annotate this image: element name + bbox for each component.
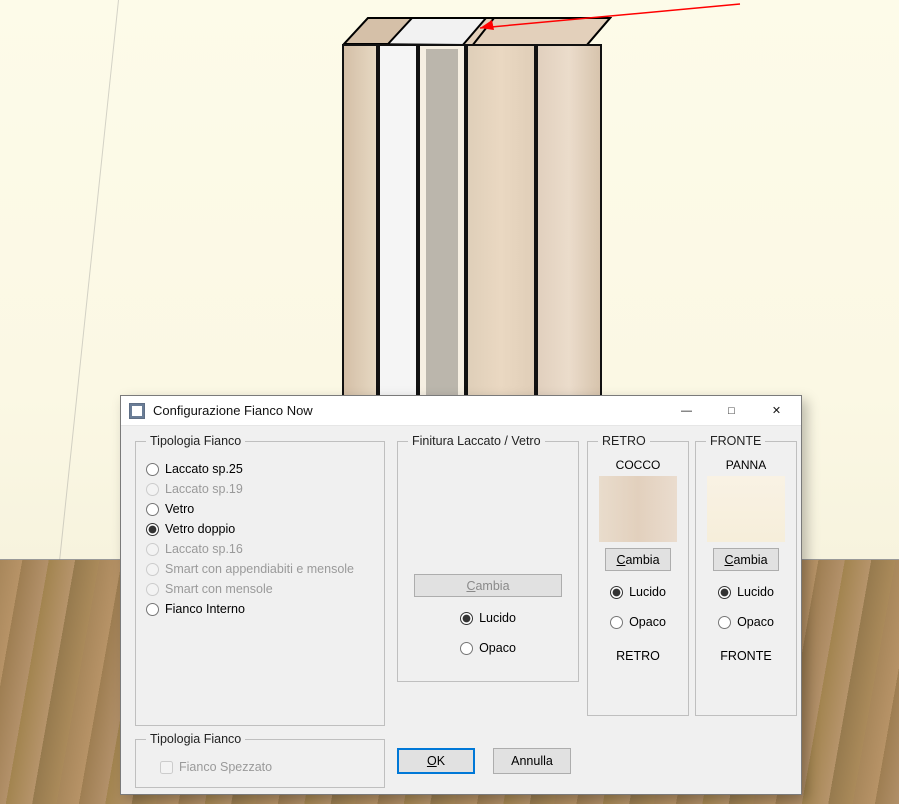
retro-radio-opaco[interactable]: Opaco — [610, 615, 666, 629]
config-dialog: Configurazione Fianco Now — □ ✕ Tipologi… — [120, 395, 802, 795]
group-retro-heading: RETRO — [598, 434, 650, 448]
group-fronte-heading: FRONTE — [706, 434, 765, 448]
group-fronte: FRONTE PANNA Cambia Lucido Opaco FRONTE — [695, 434, 797, 716]
fronte-cambia-button[interactable]: Cambia — [713, 548, 778, 571]
radio-smart-appendiabiti: Smart con appendiabiti e mensole — [146, 562, 374, 576]
fronte-material-label: PANNA — [706, 458, 786, 472]
finitura-cambia-button: Cambia — [414, 574, 562, 597]
fronte-swatch — [707, 476, 785, 542]
finitura-radio-lucido[interactable]: Lucido — [460, 611, 516, 625]
retro-radio-lucido[interactable]: Lucido — [610, 585, 666, 599]
group-retro: RETRO COCCO Cambia Lucido Opaco RETRO — [587, 434, 689, 716]
group-tipologia-legend: Tipologia Fianco — [146, 434, 245, 448]
maximize-button[interactable]: □ — [709, 397, 754, 425]
retro-swatch — [599, 476, 677, 542]
fronte-caption: FRONTE — [706, 649, 786, 663]
fronte-radio-opaco[interactable]: Opaco — [718, 615, 774, 629]
cancel-button[interactable]: Annulla — [493, 748, 571, 774]
close-button[interactable]: ✕ — [754, 397, 799, 425]
retro-material-label: COCCO — [598, 458, 678, 472]
radio-smart-mensole: Smart con mensole — [146, 582, 374, 596]
app-icon — [129, 403, 145, 419]
radio-fianco-interno[interactable]: Fianco Interno — [146, 602, 374, 616]
dialog-footer: OK Annulla — [397, 748, 571, 774]
radio-laccato-16: Laccato sp.16 — [146, 542, 374, 556]
dialog-title: Configurazione Fianco Now — [153, 403, 664, 418]
group-tipologia: Tipologia Fianco Laccato sp.25 Laccato s… — [135, 434, 385, 726]
retro-cambia-button[interactable]: Cambia — [605, 548, 670, 571]
retro-caption: RETRO — [598, 649, 678, 663]
ok-button[interactable]: OK — [397, 748, 475, 774]
radio-laccato-19: Laccato sp.19 — [146, 482, 374, 496]
radio-vetro-doppio[interactable]: Vetro doppio — [146, 522, 374, 536]
group-tipologia2-legend: Tipologia Fianco — [146, 732, 245, 746]
fronte-radio-lucido[interactable]: Lucido — [718, 585, 774, 599]
group-tipologia-checkbox: Tipologia Fianco Fianco Spezzato — [135, 732, 385, 788]
group-finitura: Finitura Laccato / Vetro Cambia Lucido O… — [397, 434, 579, 682]
checkbox-fianco-spezzato: Fianco Spezzato — [160, 760, 374, 774]
titlebar: Configurazione Fianco Now — □ ✕ — [121, 396, 801, 426]
group-finitura-legend: Finitura Laccato / Vetro — [408, 434, 545, 448]
finitura-radio-opaco[interactable]: Opaco — [460, 641, 516, 655]
minimize-button[interactable]: — — [664, 397, 709, 425]
radio-vetro[interactable]: Vetro — [146, 502, 374, 516]
radio-laccato-25[interactable]: Laccato sp.25 — [146, 462, 374, 476]
